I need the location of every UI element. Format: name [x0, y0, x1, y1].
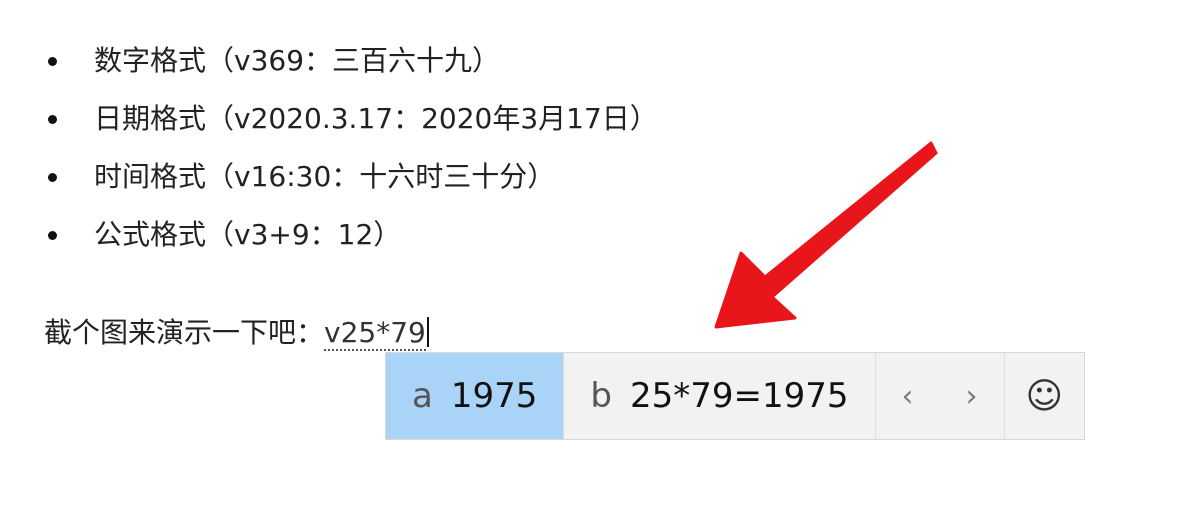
annotation-arrow [714, 141, 938, 329]
arrow-icon [714, 141, 938, 329]
